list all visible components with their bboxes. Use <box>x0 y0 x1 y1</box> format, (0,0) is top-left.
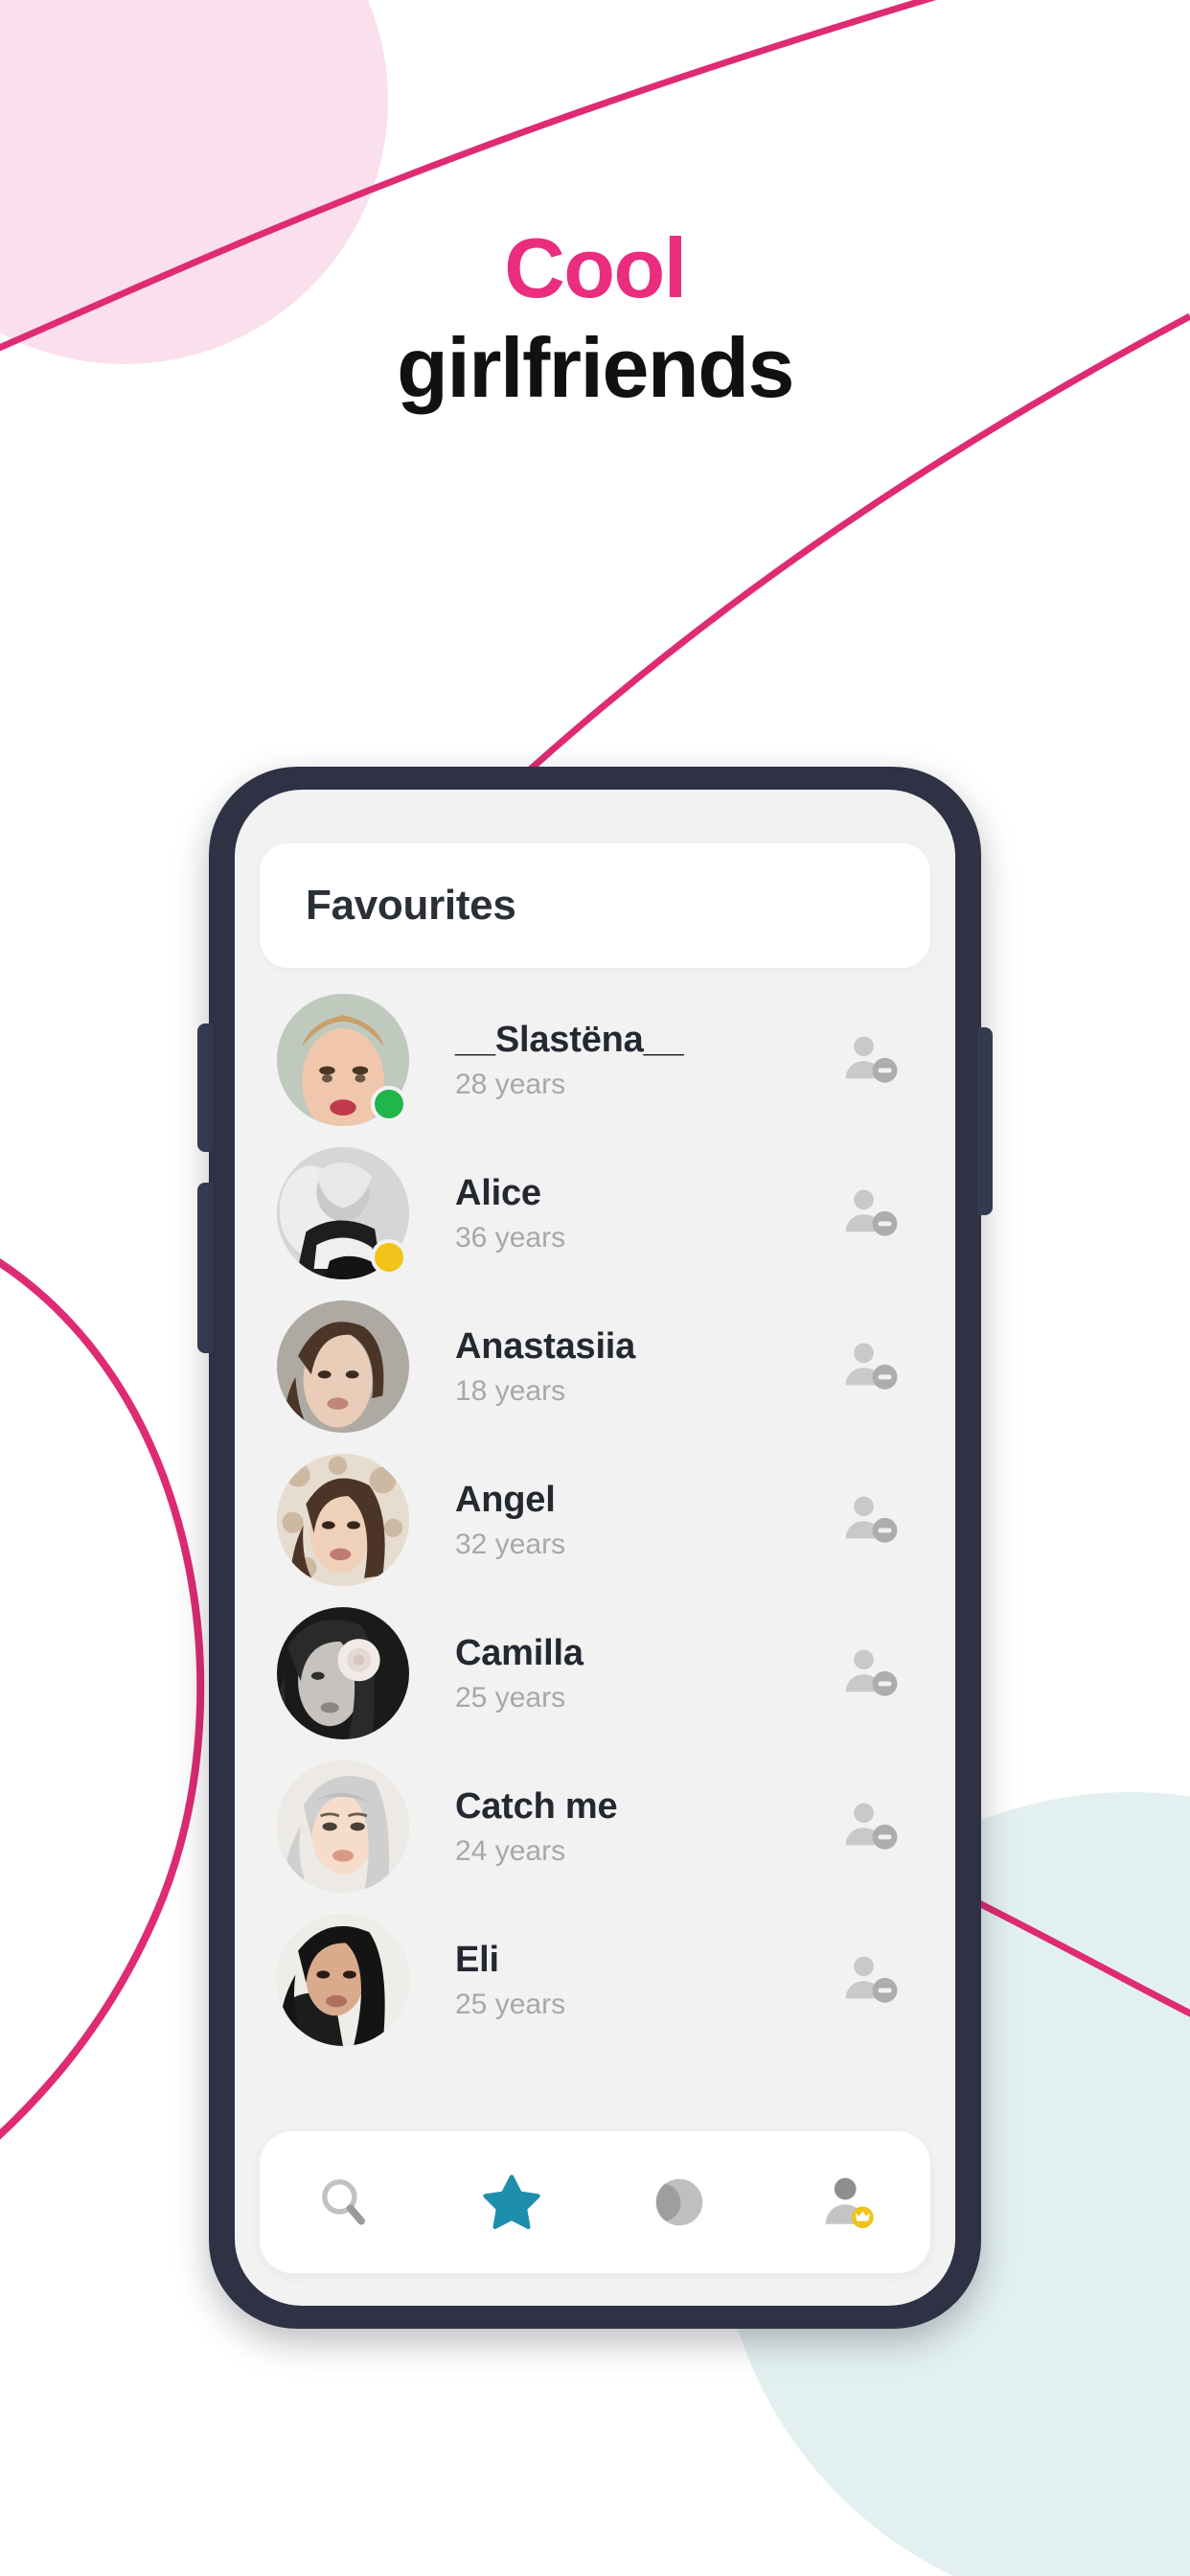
contact-age: 24 years <box>455 1834 566 1867</box>
contact-info: __Slastëna__ 28 years <box>409 1020 835 1100</box>
nav-tab-favourites[interactable] <box>454 2150 569 2255</box>
phone-mockup: Favourites __Slastëna__ 28 years Alice 3… <box>197 767 993 2329</box>
list-item[interactable]: Alice 36 years <box>235 1137 955 1290</box>
contact-info: Alice 36 years <box>409 1173 835 1254</box>
list-item[interactable]: Angel 32 years <box>235 1443 955 1597</box>
headline-line-1: Cool <box>504 220 687 315</box>
avatar-image <box>277 1760 409 1893</box>
remove-favourite-button[interactable] <box>835 1944 905 2015</box>
list-item[interactable]: Anastasiia 18 years <box>235 1290 955 1443</box>
bottom-navigation-bar[interactable] <box>260 2131 930 2273</box>
remove-favourite-button[interactable] <box>835 1024 905 1095</box>
contact-age: 25 years <box>455 1681 566 1714</box>
contact-age: 32 years <box>455 1528 566 1560</box>
remove-favourite-button[interactable] <box>835 1331 905 1402</box>
contact-info: Angel 32 years <box>409 1480 835 1560</box>
list-item[interactable]: __Slastëna__ 28 years <box>235 983 955 1137</box>
list-item[interactable]: Camilla 25 years <box>235 1597 955 1750</box>
contact-age: 36 years <box>455 1221 566 1254</box>
volume-up-button[interactable] <box>197 1024 213 1152</box>
headline-line-2: girlfriends <box>397 319 794 415</box>
avatar-image <box>277 1607 409 1739</box>
avatar[interactable] <box>277 1607 409 1739</box>
profile-icon <box>825 2177 874 2229</box>
favourites-list[interactable]: __Slastëna__ 28 years Alice 36 years Ana… <box>235 968 955 2131</box>
remove-favourite-button[interactable] <box>835 1178 905 1249</box>
status-indicator-away <box>371 1239 407 1276</box>
avatar[interactable] <box>277 994 409 1126</box>
search-icon <box>321 2179 365 2225</box>
remove-favourite-button[interactable] <box>835 1484 905 1555</box>
avatar-image <box>277 1914 409 2046</box>
avatar[interactable] <box>277 1300 409 1433</box>
nav-tab-search[interactable] <box>286 2150 401 2255</box>
star-icon <box>482 2174 540 2230</box>
status-indicator-online <box>371 1086 407 1122</box>
contact-info: Catch me 24 years <box>409 1786 835 1867</box>
list-item[interactable]: Eli 25 years <box>235 1903 955 2057</box>
contact-name: Anastasiia <box>455 1326 636 1368</box>
favourites-header-card: Favourites <box>260 843 930 968</box>
contact-info: Anastasiia 18 years <box>409 1326 835 1407</box>
remove-favourite-button[interactable] <box>835 1791 905 1862</box>
avatar[interactable] <box>277 1760 409 1893</box>
phone-screen: Favourites __Slastëna__ 28 years Alice 3… <box>235 790 955 2306</box>
contact-name: Eli <box>455 1940 499 1981</box>
contact-age: 25 years <box>455 1988 566 2020</box>
contact-name: Catch me <box>455 1786 618 1828</box>
screen-title: Favourites <box>306 882 516 929</box>
power-button[interactable] <box>977 1027 993 1215</box>
avatar[interactable] <box>277 1454 409 1586</box>
pink-circle-outline-left <box>0 1258 205 2140</box>
contact-name: Camilla <box>455 1633 584 1674</box>
contact-name: __Slastëna__ <box>455 1020 684 1061</box>
nav-tab-profile[interactable] <box>790 2150 904 2255</box>
chat-icon <box>655 2178 702 2226</box>
contact-info: Camilla 25 years <box>409 1633 835 1714</box>
remove-favourite-button[interactable] <box>835 1638 905 1709</box>
contact-info: Eli 25 years <box>409 1940 835 2020</box>
contact-name: Angel <box>455 1480 556 1521</box>
contact-name: Alice <box>455 1173 541 1214</box>
list-item[interactable]: Catch me 24 years <box>235 1750 955 1903</box>
avatar[interactable] <box>277 1147 409 1279</box>
avatar-image <box>277 1300 409 1433</box>
volume-down-button[interactable] <box>197 1183 213 1353</box>
contact-age: 28 years <box>455 1068 566 1100</box>
nav-tab-chats[interactable] <box>622 2150 737 2255</box>
avatar[interactable] <box>277 1914 409 2046</box>
avatar-image <box>277 1454 409 1586</box>
page-title: Cool girlfriends <box>0 218 1190 418</box>
contact-age: 18 years <box>455 1374 566 1407</box>
